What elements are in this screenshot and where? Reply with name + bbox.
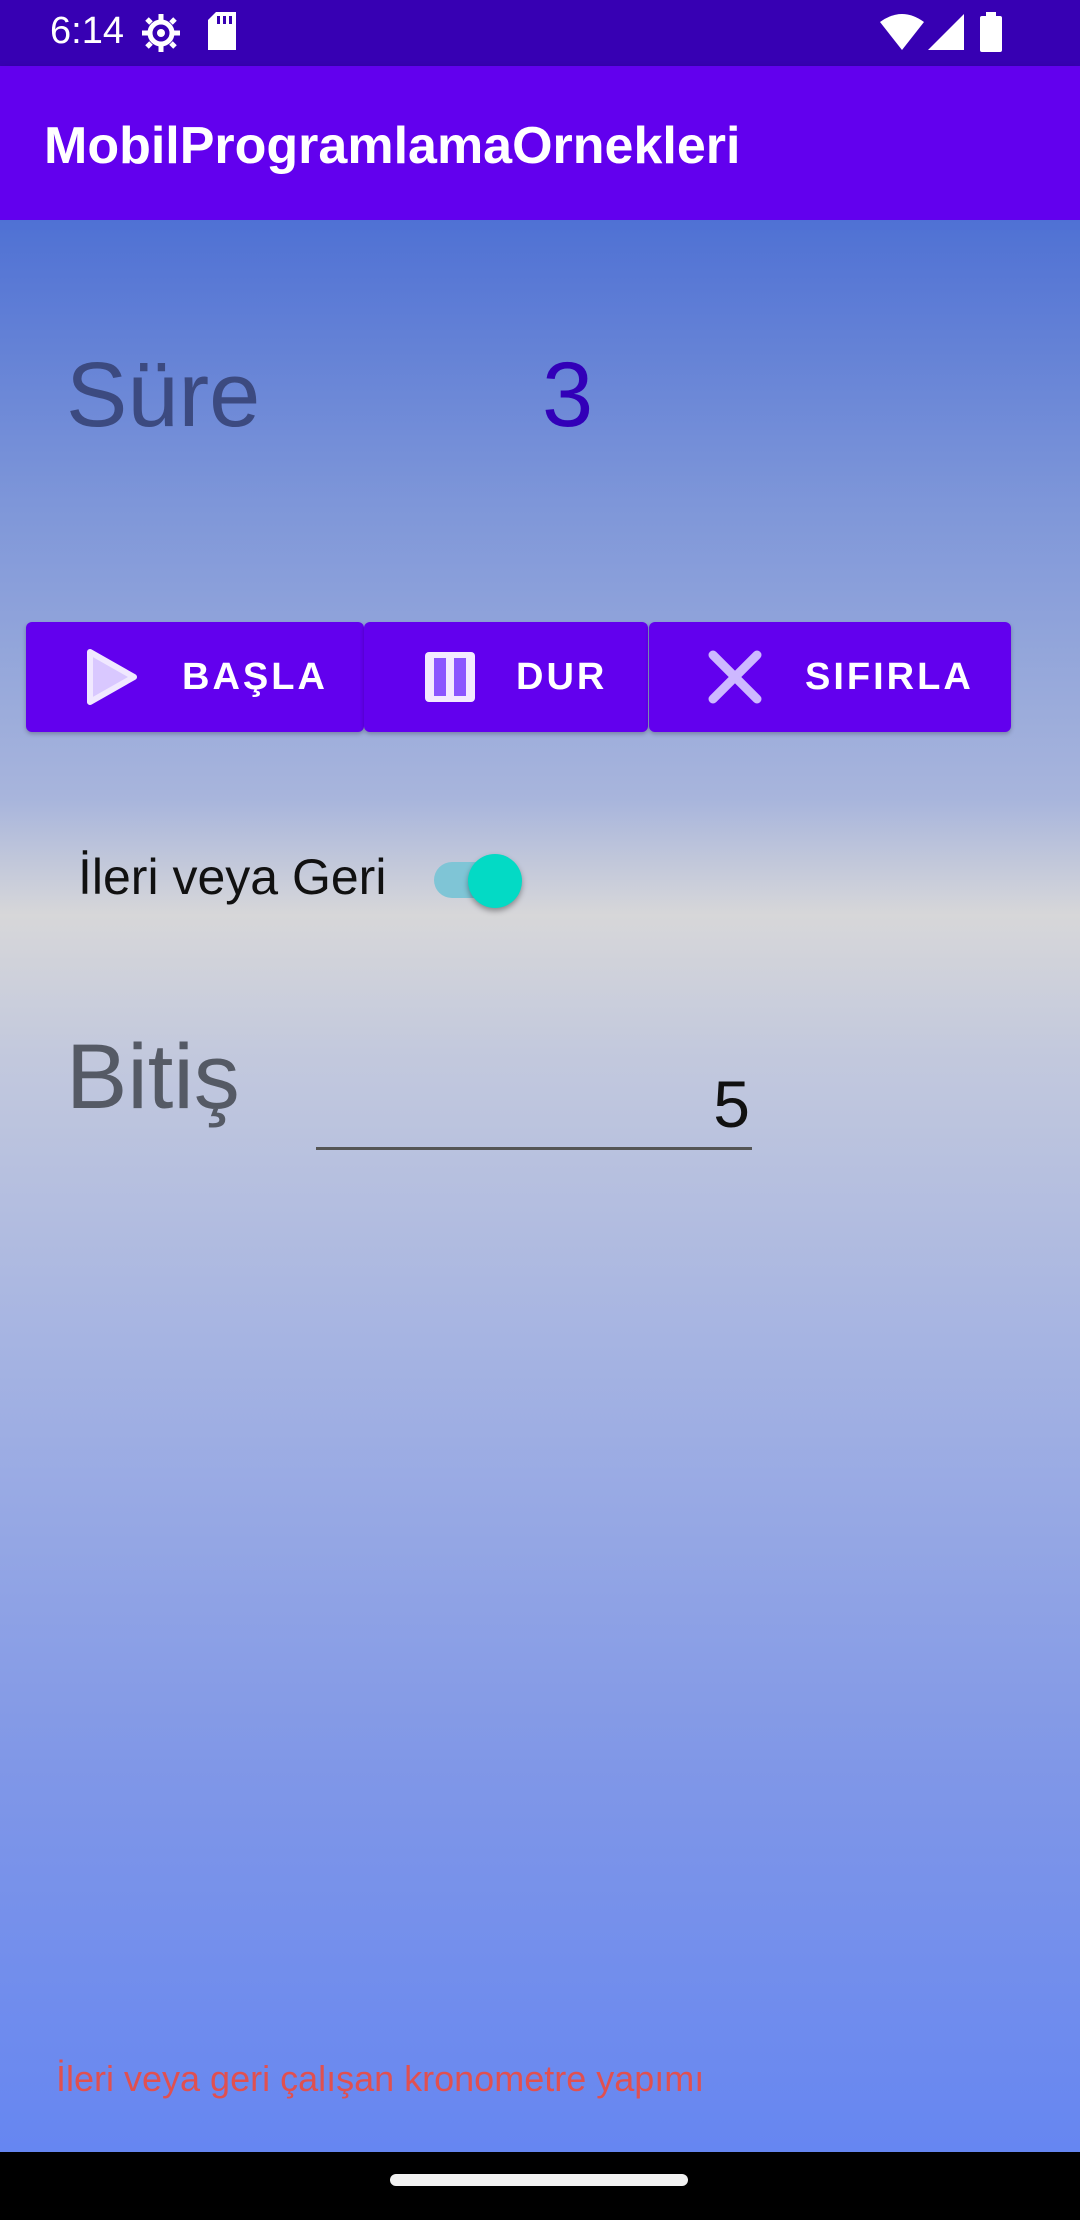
- timer-value: 3: [542, 344, 594, 446]
- home-gesture-handle[interactable]: [390, 2174, 688, 2186]
- close-icon: [707, 649, 763, 705]
- play-icon: [84, 646, 140, 708]
- battery-icon: [980, 12, 1002, 57]
- pause-button-label: DUR: [516, 655, 608, 698]
- settings-icon: [140, 12, 182, 59]
- sd-card-icon: [208, 12, 236, 55]
- pause-button[interactable]: DUR: [364, 622, 648, 732]
- reset-button-label: SIFIRLA: [805, 655, 974, 698]
- app-title: MobilProgramlamaOrnekleri: [44, 117, 741, 175]
- status-time: 6:14: [50, 10, 124, 52]
- reset-button[interactable]: SIFIRLA: [649, 622, 1011, 732]
- app-bar: MobilProgramlamaOrnekleri: [0, 66, 1080, 220]
- start-button[interactable]: BAŞLA: [26, 622, 364, 732]
- direction-switch-label: İleri veya Geri: [78, 849, 387, 905]
- footer-description: İleri veya geri çalışan kronometre yapım…: [56, 2058, 705, 2099]
- main-content: Süre 3 BAŞLA DUR SIFIRLA İleri veya Geri…: [0, 220, 1080, 2152]
- signal-icon: [928, 14, 964, 55]
- wifi-icon: [880, 14, 924, 55]
- status-bar: 6:14: [0, 0, 1080, 66]
- end-value-input[interactable]: 5: [316, 1040, 752, 1150]
- pause-icon: [422, 649, 478, 705]
- start-button-label: BAŞLA: [182, 655, 328, 698]
- switch-thumb[interactable]: [468, 854, 522, 908]
- timer-label: Süre: [66, 344, 261, 446]
- navigation-bar: [0, 2152, 1080, 2220]
- end-label: Bitiş: [66, 1026, 240, 1128]
